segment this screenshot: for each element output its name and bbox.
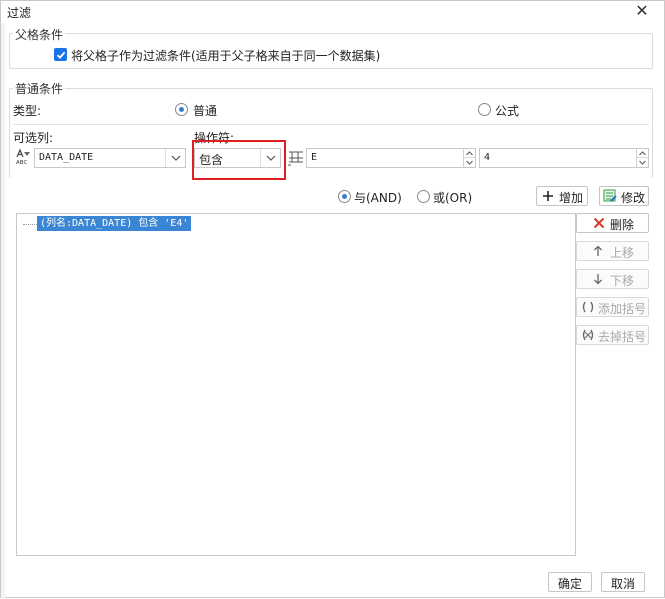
check-icon <box>56 51 66 59</box>
remove-bracket-icon <box>581 329 595 344</box>
parent-condition-legend: 父格条件 <box>13 26 66 43</box>
column-select-value: DATA_DATE <box>39 152 94 163</box>
conditions-list[interactable]: (列名:DATA_DATE) 包含 'E4' <box>16 213 576 556</box>
value-spinner <box>463 149 475 167</box>
list-item[interactable]: (列名:DATA_DATE) 包含 'E4' <box>37 216 192 231</box>
type-label: 类型: <box>13 104 42 118</box>
svg-text:ABC: ABC <box>16 160 27 166</box>
arrow-down-icon <box>593 273 603 288</box>
value-type-icon[interactable] <box>287 148 305 168</box>
number-spinner <box>636 149 648 167</box>
radio-normal[interactable] <box>175 103 188 116</box>
radio-or[interactable] <box>417 190 430 203</box>
close-icon[interactable]: ✕ <box>634 1 650 21</box>
add-button-label: 增加 <box>559 191 584 205</box>
dialog-title: 过滤 <box>7 6 32 20</box>
move-up-button[interactable]: 上移 <box>576 241 649 261</box>
left-edge-strip <box>1 23 5 599</box>
number-input-text: 4 <box>484 152 491 163</box>
move-down-button-label: 下移 <box>610 274 635 288</box>
add-button[interactable]: 增加 <box>536 186 588 206</box>
radio-and-label: 与(AND) <box>354 191 402 205</box>
common-condition-legend: 普通条件 <box>13 80 66 97</box>
cancel-button[interactable]: 取消 <box>601 572 645 592</box>
bracket-icon <box>581 301 595 316</box>
value-input[interactable]: E <box>306 148 476 168</box>
ok-button-label: 确定 <box>558 577 583 591</box>
delete-icon <box>593 217 605 232</box>
delete-button[interactable]: 删除 <box>576 213 649 233</box>
radio-formula-label: 公式 <box>495 104 520 118</box>
radio-normal-label: 普通 <box>193 104 218 118</box>
filter-dialog: 过滤 ✕ 父格条件 将父格子作为过滤条件(适用于父子格来自于同一个数据集) 普通… <box>0 0 665 599</box>
delete-button-label: 删除 <box>610 218 635 232</box>
highlight-box <box>192 140 286 180</box>
use-parent-label: 将父格子作为过滤条件(适用于父子格来自于同一个数据集) <box>71 49 381 63</box>
arrow-up-icon <box>593 245 603 260</box>
cancel-button-label: 取消 <box>611 577 636 591</box>
add-bracket-button[interactable]: 添加括号 <box>576 297 649 317</box>
number-input[interactable]: 4 <box>479 148 649 168</box>
radio-formula[interactable] <box>478 103 491 116</box>
column-label: 可选列: <box>13 131 54 145</box>
modify-button[interactable]: 修改 <box>599 186 649 206</box>
add-bracket-button-label: 添加括号 <box>598 302 647 316</box>
value-input-text: E <box>311 152 318 163</box>
use-parent-checkbox[interactable] <box>54 48 67 61</box>
modify-icon <box>603 189 617 206</box>
remove-bracket-button-label: 去掉括号 <box>598 330 647 344</box>
chevron-down-icon <box>165 149 185 167</box>
radio-or-label: 或(OR) <box>433 191 473 205</box>
tree-connector <box>23 224 37 225</box>
spin-up-icon[interactable] <box>637 149 648 158</box>
remove-bracket-button[interactable]: 去掉括号 <box>576 325 649 345</box>
spin-up-icon[interactable] <box>464 149 475 158</box>
divider <box>13 124 649 125</box>
abc-type-icon: ABC <box>15 148 33 166</box>
move-up-button-label: 上移 <box>610 246 635 260</box>
move-down-button[interactable]: 下移 <box>576 269 649 289</box>
radio-and[interactable] <box>338 190 351 203</box>
plus-icon <box>542 190 554 205</box>
modify-button-label: 修改 <box>621 191 646 205</box>
spin-down-icon[interactable] <box>464 158 475 167</box>
title-bar: 过滤 ✕ <box>1 1 664 23</box>
ok-button[interactable]: 确定 <box>548 572 592 592</box>
column-select[interactable]: DATA_DATE <box>34 148 186 168</box>
spin-down-icon[interactable] <box>637 158 648 167</box>
